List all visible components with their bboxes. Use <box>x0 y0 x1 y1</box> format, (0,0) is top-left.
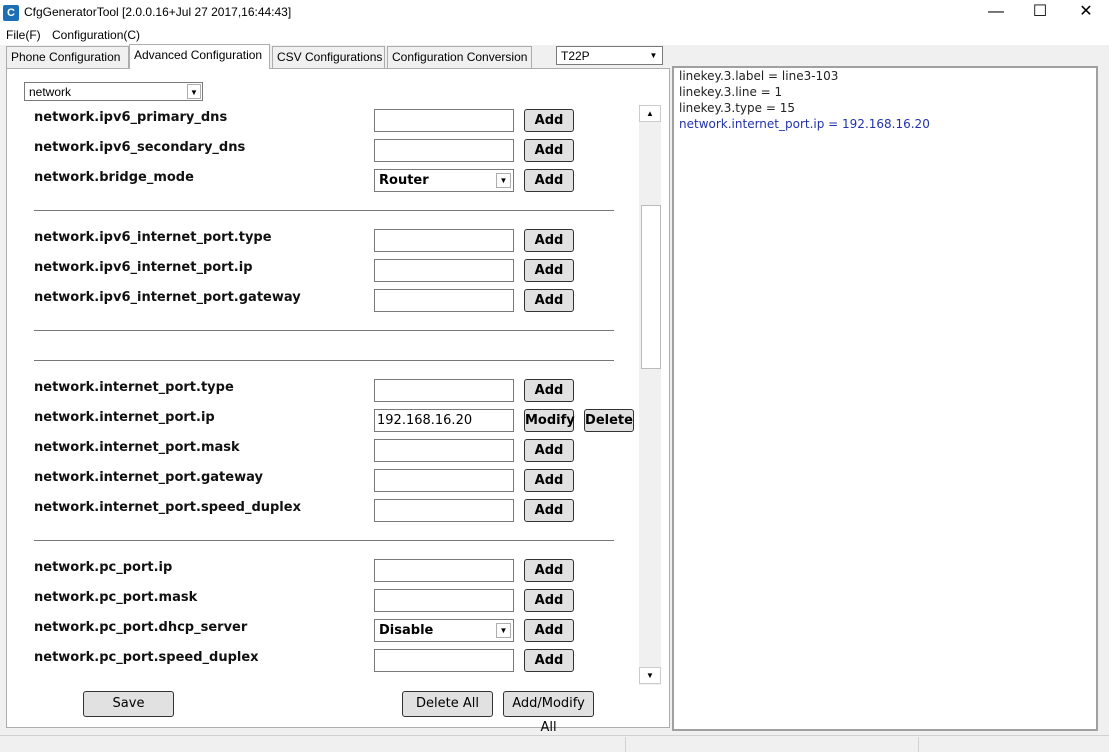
vertical-scrollbar[interactable]: ▲ ▼ <box>639 105 661 685</box>
row-label: network.ipv6_secondary_dns <box>34 140 246 155</box>
value-input[interactable] <box>374 499 514 522</box>
value-input[interactable] <box>374 109 514 132</box>
maximize-button[interactable]: ☐ <box>1017 0 1063 25</box>
add-button[interactable]: Add <box>524 379 574 402</box>
scroll-up-icon[interactable]: ▲ <box>639 105 661 122</box>
value-input[interactable] <box>374 289 514 312</box>
category-select-value: network <box>29 85 72 99</box>
config-line: linekey.3.type = 15 <box>679 101 795 115</box>
value-input[interactable] <box>374 649 514 672</box>
row-label: network.ipv6_internet_port.type <box>34 230 272 245</box>
row-label: network.ipv6_internet_port.ip <box>34 260 253 275</box>
row-label: network.bridge_mode <box>34 170 194 185</box>
close-button[interactable]: ✕ <box>1063 0 1109 25</box>
row-label: network.pc_port.speed_duplex <box>34 650 259 665</box>
save-button[interactable]: Save <box>83 691 174 717</box>
divider <box>34 330 614 331</box>
model-select-value: T22P <box>561 49 590 63</box>
config-line: linekey.3.label = line3-103 <box>679 69 839 83</box>
delete-all-button[interactable]: Delete All <box>402 691 493 717</box>
add-button[interactable]: Add <box>524 259 574 282</box>
divider <box>34 360 614 361</box>
add-button[interactable]: Add <box>524 469 574 492</box>
tab-advanced-configuration[interactable]: Advanced Configuration <box>129 44 270 69</box>
window-title: CfgGeneratorTool [2.0.0.16+Jul 27 2017,1… <box>24 5 292 19</box>
row-label: network.internet_port.gateway <box>34 470 263 485</box>
menu-bar: File(F) Configuration(C) <box>0 25 1109 45</box>
add-button[interactable]: Add <box>524 589 574 612</box>
advanced-config-panel: network ▼ network.ipv6_primary_dns Add n… <box>6 68 670 735</box>
add-button[interactable]: Add <box>524 229 574 252</box>
row-label: network.pc_port.ip <box>34 560 173 575</box>
config-preview-panel[interactable]: linekey.3.label = line3-103 linekey.3.li… <box>672 66 1098 731</box>
chevron-down-icon: ▼ <box>187 84 201 99</box>
add-button[interactable]: Add <box>524 109 574 132</box>
row-label: network.ipv6_primary_dns <box>34 110 228 125</box>
add-button[interactable]: Add <box>524 169 574 192</box>
value-input[interactable] <box>374 469 514 492</box>
value-input[interactable] <box>374 139 514 162</box>
status-divider <box>625 737 626 752</box>
bridge-mode-select[interactable]: Router ▼ <box>374 169 514 192</box>
row-label: network.pc_port.dhcp_server <box>34 620 248 635</box>
select-value: Router <box>379 173 429 188</box>
add-button[interactable]: Add <box>524 619 574 642</box>
divider <box>34 210 614 211</box>
value-input[interactable] <box>374 379 514 402</box>
chevron-down-icon: ▼ <box>496 623 511 638</box>
chevron-down-icon: ▼ <box>496 173 511 188</box>
dhcp-server-select[interactable]: Disable ▼ <box>374 619 514 642</box>
tab-configuration-conversion[interactable]: Configuration Conversion <box>387 46 532 68</box>
row-label: network.ipv6_internet_port.gateway <box>34 290 301 305</box>
category-select[interactable]: network ▼ <box>24 82 203 101</box>
menu-file[interactable]: File(F) <box>6 28 41 42</box>
modify-button[interactable]: Modify <box>524 409 575 432</box>
menu-configuration[interactable]: Configuration(C) <box>52 28 140 42</box>
config-line: linekey.3.line = 1 <box>679 85 783 99</box>
model-select[interactable]: T22P ▼ <box>556 46 663 65</box>
add-button[interactable]: Add <box>524 649 574 672</box>
add-button[interactable]: Add <box>524 559 574 582</box>
scroll-thumb[interactable] <box>641 205 661 369</box>
config-line-highlighted: network.internet_port.ip = 192.168.16.20 <box>679 117 930 131</box>
tab-phone-configuration[interactable]: Phone Configuration <box>6 46 129 68</box>
add-modify-all-button[interactable]: Add/Modify All <box>503 691 594 735</box>
row-label: network.internet_port.speed_duplex <box>34 500 301 515</box>
row-label: network.internet_port.ip <box>34 410 215 425</box>
scroll-down-icon[interactable]: ▼ <box>639 667 661 684</box>
value-input[interactable] <box>374 229 514 252</box>
row-label: network.internet_port.mask <box>34 440 240 455</box>
row-label: network.pc_port.mask <box>34 590 198 605</box>
title-bar: C CfgGeneratorTool [2.0.0.16+Jul 27 2017… <box>0 0 1109 25</box>
value-input[interactable] <box>374 439 514 462</box>
add-button[interactable]: Add <box>524 439 574 462</box>
internet-port-ip-input[interactable]: 192.168.16.20 <box>374 409 514 432</box>
value-input[interactable] <box>374 559 514 582</box>
chevron-down-icon: ▼ <box>649 51 658 60</box>
select-value: Disable <box>379 623 434 638</box>
value-input[interactable] <box>374 259 514 282</box>
add-button[interactable]: Add <box>524 289 574 312</box>
status-divider <box>918 737 919 752</box>
minimize-button[interactable]: — <box>973 0 1019 25</box>
tab-csv-configurations[interactable]: CSV Configurations <box>272 46 385 68</box>
app-icon: C <box>3 5 19 21</box>
value-input[interactable] <box>374 589 514 612</box>
divider <box>34 540 614 541</box>
add-button[interactable]: Add <box>524 499 574 522</box>
add-button[interactable]: Add <box>524 139 574 162</box>
delete-button[interactable]: Delete <box>584 409 634 432</box>
row-label: network.internet_port.type <box>34 380 234 395</box>
